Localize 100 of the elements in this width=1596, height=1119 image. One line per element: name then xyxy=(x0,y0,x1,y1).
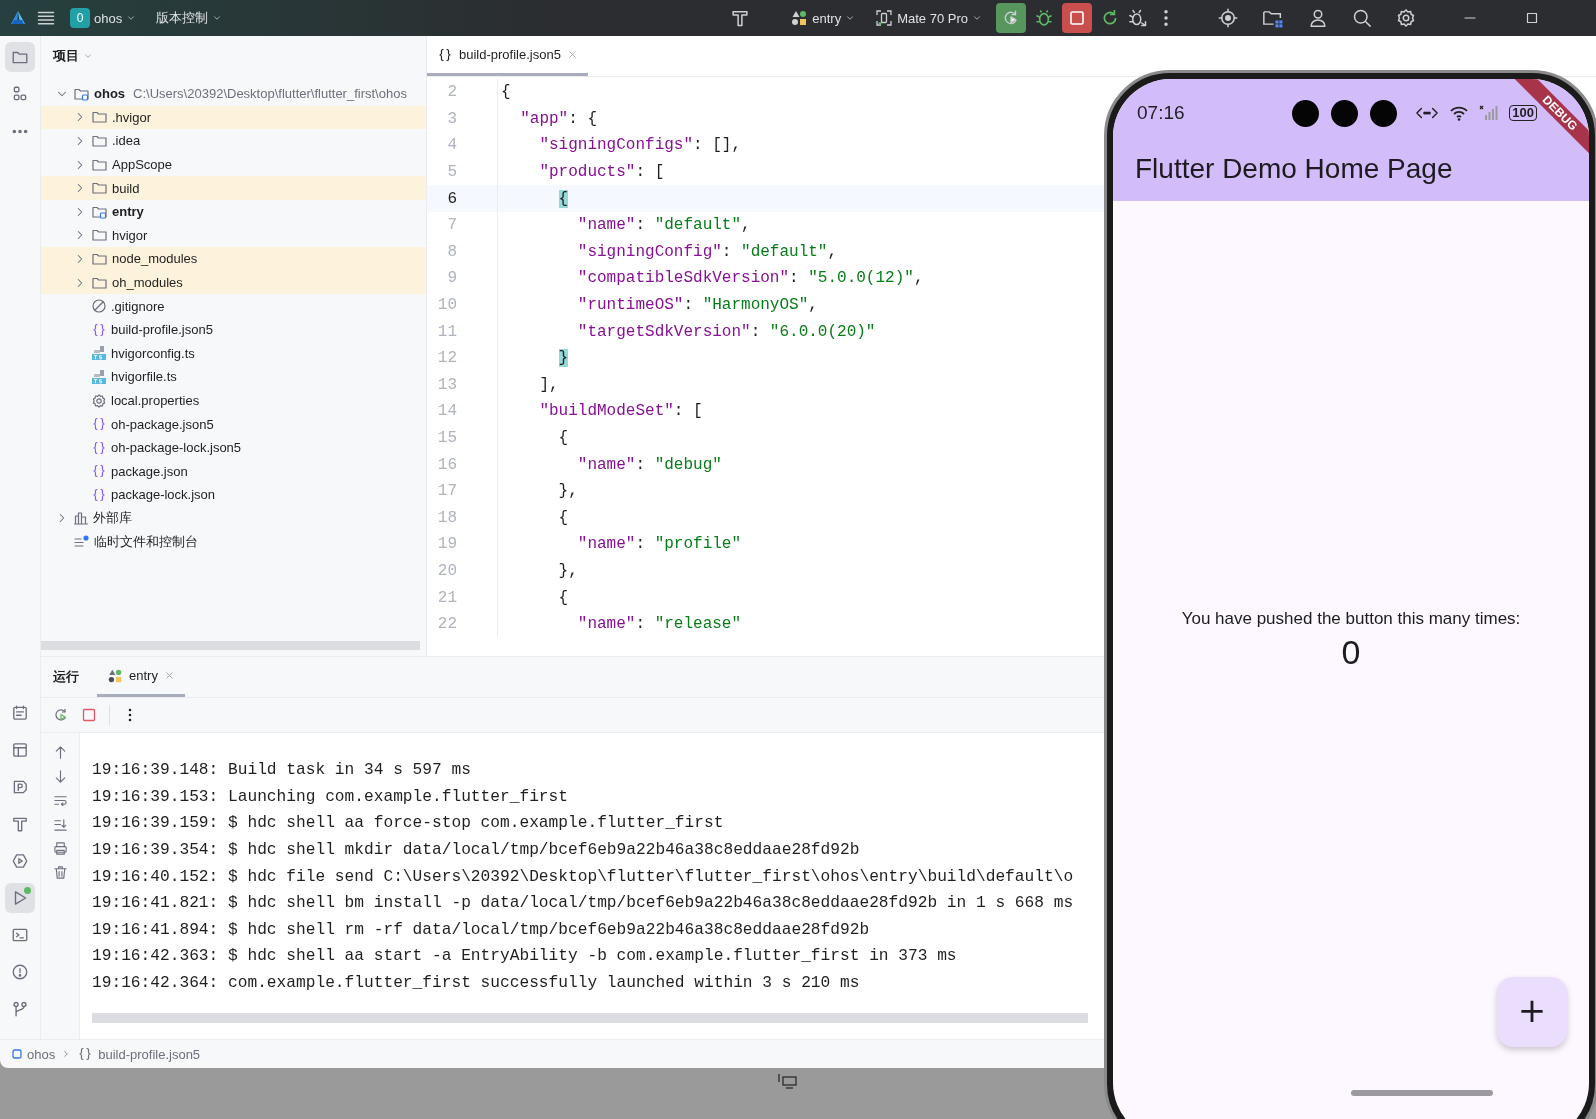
scroll-end-icon[interactable] xyxy=(52,817,68,832)
stop-button[interactable] xyxy=(1062,3,1092,33)
tree-item[interactable]: package.json xyxy=(111,463,188,479)
folder-icon xyxy=(91,180,108,197)
search-icon[interactable] xyxy=(1352,8,1372,28)
run-tab[interactable]: entry xyxy=(97,657,185,697)
module-icon xyxy=(12,1049,22,1059)
line-number: 6 xyxy=(446,189,457,208)
line-number: 20 xyxy=(436,562,457,580)
code-line: "runtimeOS": "HarmonyOS", xyxy=(576,296,818,315)
tree-item[interactable]: oh_modules xyxy=(112,275,183,291)
console-line: 19:16:42.363: $ hdc shell aa start -a EntryAbility -b com.example.flutter_first in 373 ms xyxy=(92,947,957,966)
battery-indicator: 100 xyxy=(1509,105,1537,121)
code-line: "name": "release" xyxy=(576,615,742,634)
folder-tool-button[interactable] xyxy=(5,42,35,72)
ignore-icon xyxy=(91,298,107,315)
blocks-icon xyxy=(11,85,29,103)
run-tool-button[interactable] xyxy=(5,883,35,913)
folder-icon xyxy=(91,109,108,126)
wrap-icon[interactable] xyxy=(52,793,68,808)
print-icon[interactable] xyxy=(52,841,68,856)
tree-item[interactable]: AppScope xyxy=(112,157,172,173)
hammer-icon xyxy=(11,815,29,833)
run-config-selector[interactable]: entry xyxy=(784,5,862,31)
notepad-icon xyxy=(11,704,29,722)
services-icon xyxy=(11,852,29,870)
tree-item[interactable]: hvigorconfig.ts xyxy=(111,345,195,361)
monitor-icon xyxy=(778,1073,798,1091)
tree-item[interactable]: hvigorfile.ts xyxy=(111,369,177,385)
settings-icon[interactable] xyxy=(1396,8,1416,28)
branch-icon xyxy=(11,1000,29,1018)
line-number: 19 xyxy=(436,535,457,554)
chevron-down-icon xyxy=(972,13,982,23)
tree-item[interactable]: local.properties xyxy=(111,393,200,408)
tree-item[interactable]: oh-package.json5 xyxy=(111,416,214,432)
console-line: 19:16:39.148: Build task in 34 s 597 ms xyxy=(92,761,471,780)
breadcrumb-item[interactable]: ohos xyxy=(12,1046,56,1062)
console-line: 19:16:42.364: com.example.flutter_first successfully launched within 3 s 210 ms xyxy=(92,974,860,993)
stop-icon[interactable] xyxy=(81,707,97,723)
line-number: 2 xyxy=(446,83,457,102)
vcs-menu[interactable]: 版本控制 xyxy=(150,5,229,31)
library-icon xyxy=(73,510,89,527)
tree-item[interactable]: ohos xyxy=(94,86,126,102)
trash-icon[interactable] xyxy=(52,865,68,880)
code-line: { xyxy=(501,83,511,102)
project-selector[interactable]: 0 ohos xyxy=(64,4,143,32)
line-number: 7 xyxy=(446,216,457,235)
folder-icon[interactable] xyxy=(1262,8,1284,28)
scrollbar[interactable] xyxy=(41,641,420,650)
line-number: 13 xyxy=(436,375,457,394)
tree-item[interactable]: 临时文件和控制台 xyxy=(94,533,198,552)
braces-icon xyxy=(91,486,107,503)
wifi-icon xyxy=(1449,105,1470,121)
app-title: Flutter Demo Home Page xyxy=(1134,152,1454,185)
console-line: 19:16:39.354: $ hdc shell mkdir data/local/tmp/bcef6eb9a22b46a38c8eddaae28fd92b xyxy=(92,841,860,860)
tree-item[interactable]: .gitignore xyxy=(111,298,165,314)
tree-item[interactable]: node_modules xyxy=(112,251,198,267)
tree-item[interactable]: .hvigor xyxy=(112,109,152,125)
rerun-icon[interactable] xyxy=(53,707,69,723)
line-number: 5 xyxy=(446,163,457,182)
tree-item[interactable]: package-lock.json xyxy=(111,487,216,503)
rerun-button[interactable] xyxy=(996,3,1026,33)
console-line: 19:16:41.894: $ hdc shell rm -rf data/local/tmp/bcef6eb9a22b46a38c8eddaae28fd92b xyxy=(92,920,870,939)
line-number: 9 xyxy=(446,269,457,288)
user-icon[interactable] xyxy=(1308,8,1328,28)
bug-arrow-icon[interactable] xyxy=(1128,8,1148,28)
braces-icon xyxy=(91,439,107,456)
tree-item[interactable]: 外部库 xyxy=(93,509,132,528)
tree-item[interactable]: build-profile.json5 xyxy=(111,322,213,338)
code-line: "signingConfigs": [], xyxy=(538,136,742,155)
panel-title[interactable]: 项目 xyxy=(53,47,79,65)
code-line: }, xyxy=(557,482,578,501)
hammer-icon[interactable] xyxy=(730,8,751,28)
line-number: 15 xyxy=(436,429,457,447)
tree-item[interactable]: oh-package-lock.json5 xyxy=(111,440,242,456)
add-button[interactable]: + xyxy=(1497,977,1567,1047)
console-line: 19:16:39.153: Launching com.example.flutter_first xyxy=(92,787,568,806)
console-line: 19:16:40.152: $ hdc file send C:\Users\20392\Desktop\flutter\flutter_first\ohos\entry\build\default\o xyxy=(92,867,1074,886)
path-label: C:\Users\20392\Desktop\flutter\flutter_first\ohos xyxy=(133,86,407,102)
device-selector[interactable]: Mate 70 Pro xyxy=(869,5,988,31)
editor-tab[interactable]: build-profile.json5 xyxy=(427,36,588,76)
code-line: { xyxy=(557,508,569,527)
breadcrumb-item[interactable]: build-profile.json5 xyxy=(77,1046,201,1062)
status-time: 07:16 xyxy=(1137,102,1185,124)
code-line: "signingConfig": "default", xyxy=(576,242,838,261)
line-number: 11 xyxy=(436,322,457,341)
tree-item[interactable]: entry xyxy=(112,204,144,220)
scrollbar[interactable] xyxy=(92,1013,1088,1023)
braces-icon xyxy=(437,46,453,63)
bug-icon[interactable] xyxy=(1034,8,1054,28)
maximize-icon[interactable] xyxy=(1524,10,1540,26)
target-icon[interactable] xyxy=(1218,8,1238,28)
tree-item[interactable]: hvigor xyxy=(112,227,148,243)
tree-item[interactable]: build xyxy=(112,180,140,196)
shapes-icon xyxy=(790,9,809,27)
tree-item[interactable]: .idea xyxy=(112,133,141,149)
chevron-down-icon xyxy=(126,13,137,23)
console-line: 19:16:41.821: $ hdc shell bm install -p data/local/tmp/bcef6eb9a22b46a38c8eddaae28fd92b in 1 s 668 ms xyxy=(92,894,1074,913)
code-line: "app": { xyxy=(519,109,598,128)
chevron-down-icon xyxy=(845,13,856,23)
